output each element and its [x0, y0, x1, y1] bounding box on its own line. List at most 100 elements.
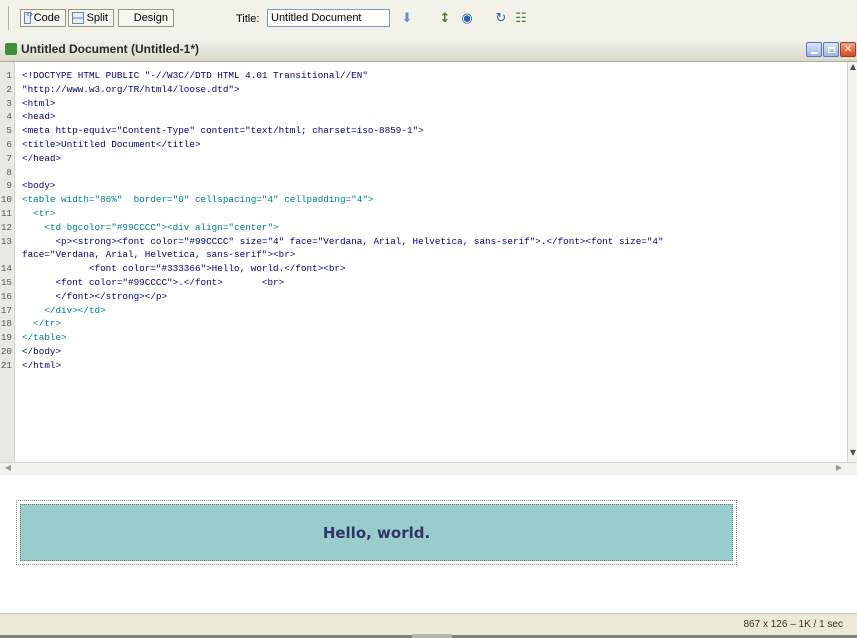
code-line[interactable]: 4 <head>: [0, 110, 847, 124]
code-line[interactable]: 12 <td bgcolor="#99CCCC"><div align="cen…: [0, 221, 847, 235]
line-number: 18: [0, 318, 12, 329]
line-number: 5: [6, 125, 12, 136]
window-size-status[interactable]: 867 x 126 – 1K / 1 sec: [743, 619, 843, 630]
horizontal-scrollbar[interactable]: ◀ ▶: [0, 462, 857, 475]
code-line-text: <title>Untitled Document</title>: [22, 139, 201, 150]
maximize-button[interactable]: [823, 42, 839, 57]
scroll-down-icon[interactable]: ▼: [848, 448, 857, 460]
line-number: 20: [0, 346, 12, 357]
scroll-up-icon[interactable]: ▲: [848, 62, 857, 74]
line-number: 4: [6, 111, 12, 122]
split-view-label: Split: [86, 12, 108, 24]
line-number: 3: [6, 98, 12, 109]
design-view-button[interactable]: Design: [118, 9, 174, 499]
code-line-text: </div></td>: [22, 305, 106, 316]
minimize-button[interactable]: [806, 42, 822, 57]
code-line-text: <!DOCTYPE HTML PUBLIC "-//W3C//DTD HTML …: [22, 70, 368, 81]
scroll-right-icon[interactable]: ▶: [833, 463, 845, 475]
toolbar-separator: [8, 6, 12, 30]
code-line[interactable]: 19 </table>: [0, 331, 847, 345]
design-table[interactable]: Hello, world.: [16, 500, 737, 565]
design-table-cell[interactable]: Hello, world.: [20, 504, 733, 561]
code-line-text: <font color="#99CCCC">.</font> <br>: [22, 277, 285, 288]
minimize-icon: [810, 51, 818, 54]
code-line-text: </head>: [22, 153, 62, 164]
split-view-icon: [72, 12, 84, 24]
design-view-label: Design: [133, 12, 168, 24]
code-line[interactable]: 21 </html>: [0, 359, 847, 373]
code-line-text: "http://www.w3.org/TR/html4/loose.dtd">: [22, 84, 240, 95]
code-line[interactable]: 1 <!DOCTYPE HTML PUBLIC "-//W3C//DTD HTML…: [0, 69, 847, 83]
code-view-label: Code: [33, 12, 60, 24]
code-line-text: </table>: [22, 332, 67, 343]
code-editor[interactable]: 1 <!DOCTYPE HTML PUBLIC "-//W3C//DTD HTML…: [0, 62, 847, 462]
line-number: 1: [6, 70, 12, 81]
line-number: 17: [0, 305, 12, 316]
line-number: 8: [6, 167, 12, 178]
code-line-text: </body>: [22, 346, 62, 357]
splitter-handle[interactable]: [412, 634, 452, 638]
code-line[interactable]: face="Verdana, Arial, Helvetica, sans-se…: [0, 248, 847, 262]
design-view-pane[interactable]: Hello, world.: [0, 475, 857, 613]
title-label: Title:: [236, 13, 260, 25]
code-line[interactable]: 16 </font></strong></p>: [0, 290, 847, 304]
code-line-text: <table width="86%" border="0" cellspacin…: [22, 194, 374, 205]
code-line[interactable]: 9 <body>: [0, 179, 847, 193]
code-line-text: </font></strong></p>: [22, 291, 168, 302]
code-line[interactable]: 3 <html>: [0, 97, 847, 111]
code-line[interactable]: 10 <table width="86%" border="0" cellspac…: [0, 193, 847, 207]
code-line-text: <font color="#333366">Hello, world.</fon…: [22, 263, 346, 274]
code-line-text: <tr>: [22, 208, 56, 219]
code-line[interactable]: 20 </body>: [0, 345, 847, 359]
code-line[interactable]: 14 <font color="#333366">Hello, world.</…: [0, 262, 847, 276]
line-number: 16: [0, 291, 12, 302]
hello-world-text: Hello, world.: [322, 523, 431, 542]
line-number: 9: [6, 180, 12, 191]
code-line-text: <td bgcolor="#99CCCC"><div align="center…: [22, 222, 279, 233]
code-line[interactable]: 17 </div></td>: [0, 304, 847, 318]
code-line[interactable]: 15 <font color="#99CCCC">.</font> <br>: [0, 276, 847, 290]
line-number: 10: [0, 194, 12, 205]
document-window-titlebar: Untitled Document (Untitled-1*) ✕: [0, 37, 857, 62]
code-view-button[interactable]: Code: [20, 9, 66, 27]
document-window-title: Untitled Document (Untitled-1*): [21, 42, 199, 56]
code-line-text: <body>: [22, 180, 56, 191]
refresh-icon[interactable]: ↻: [492, 9, 510, 27]
code-line-text: <p><strong><font color="#99CCCC" size="4…: [22, 236, 664, 247]
code-line[interactable]: 2 "http://www.w3.org/TR/html4/loose.dtd">: [0, 83, 847, 97]
browser-check-icon[interactable]: ↕: [436, 9, 454, 27]
line-number: 2: [6, 84, 12, 95]
line-number: 13: [0, 236, 12, 247]
code-line[interactable]: 8: [0, 166, 847, 180]
code-line-text: <html>: [22, 98, 56, 109]
scroll-left-icon[interactable]: ◀: [2, 463, 14, 475]
code-view-icon: [24, 10, 33, 24]
close-button[interactable]: ✕: [840, 42, 856, 57]
code-line[interactable]: 11 <tr>: [0, 207, 847, 221]
maximize-icon: [827, 46, 835, 53]
line-number: 12: [0, 222, 12, 233]
code-line[interactable]: 18 </tr>: [0, 317, 847, 331]
line-number: 7: [6, 153, 12, 164]
code-line[interactable]: 7 </head>: [0, 152, 847, 166]
split-view-button[interactable]: Split: [68, 9, 114, 27]
view-options-icon[interactable]: ☷: [512, 9, 530, 27]
file-management-icon[interactable]: ⬇: [398, 9, 416, 27]
document-title-input[interactable]: [267, 9, 390, 27]
preview-browser-icon[interactable]: ◉: [458, 9, 476, 27]
code-line-text: </tr>: [22, 318, 62, 329]
code-line[interactable]: 6 <title>Untitled Document</title>: [0, 138, 847, 152]
line-number: 6: [6, 139, 12, 150]
close-icon: ✕: [843, 44, 853, 55]
line-number: 19: [0, 332, 12, 343]
code-line[interactable]: 13 <p><strong><font color="#99CCCC" size…: [0, 235, 847, 249]
status-bar: 867 x 126 – 1K / 1 sec: [0, 613, 857, 638]
code-line[interactable]: 5 <meta http-equiv="Content-Type" content…: [0, 124, 847, 138]
line-number: 15: [0, 277, 12, 288]
line-number: 21: [0, 360, 12, 371]
document-toolbar: Code Split Design Title: ⬇ ↕ ◉ ↻ ☷: [0, 0, 857, 499]
code-line-text: <meta http-equiv="Content-Type" content=…: [22, 125, 424, 136]
vertical-scrollbar[interactable]: ▲ ▼: [847, 62, 857, 462]
document-icon: [5, 43, 17, 55]
line-number: 14: [0, 263, 12, 274]
